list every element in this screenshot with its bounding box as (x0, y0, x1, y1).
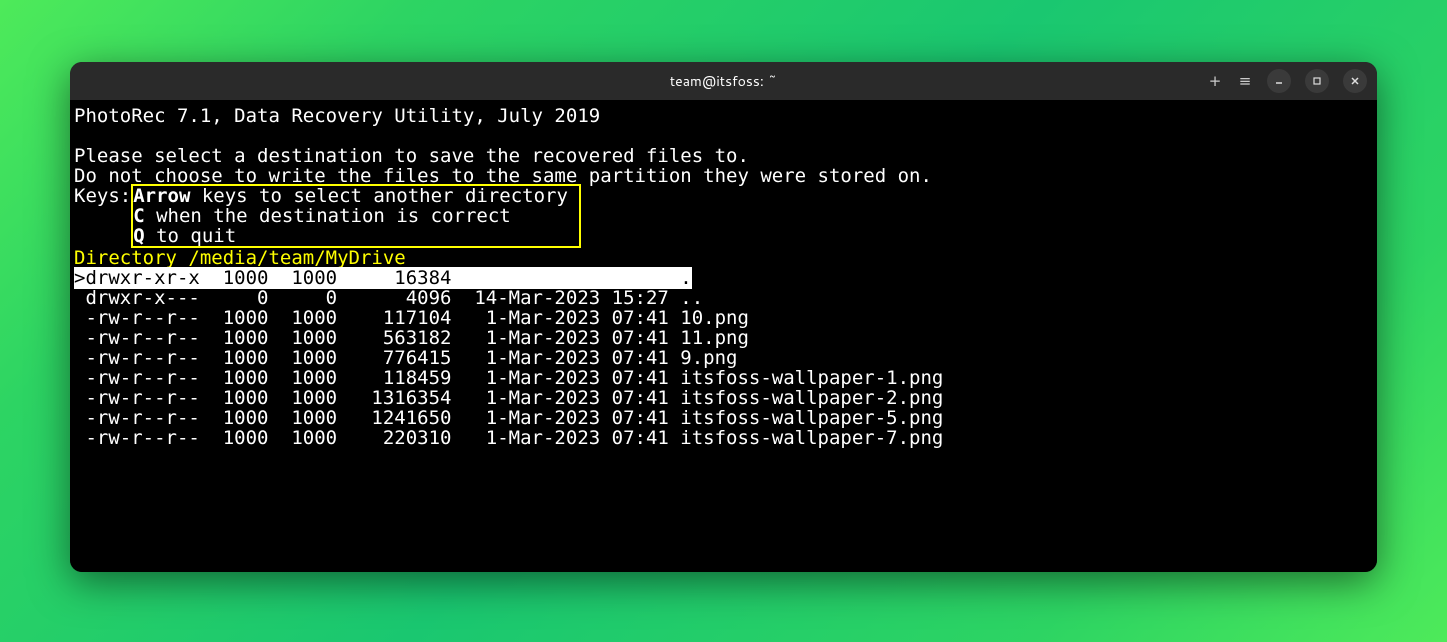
file-list[interactable]: >drwxr-xr-x 1000 1000 16384 . drwxr-x---… (74, 268, 1373, 448)
new-tab-icon[interactable]: + (1207, 72, 1223, 90)
file-row[interactable]: >drwxr-xr-x 1000 1000 16384 . (74, 268, 1373, 288)
file-row[interactable]: -rw-r--r-- 1000 1000 220310 1-Mar-2023 0… (74, 428, 1373, 448)
file-row[interactable]: -rw-r--r-- 1000 1000 117104 1-Mar-2023 0… (74, 308, 1373, 328)
terminal-window: team@itsfoss: ~ + ≡ PhotoRec 7.1, Data R… (70, 62, 1377, 572)
file-row[interactable]: -rw-r--r-- 1000 1000 1316354 1-Mar-2023 … (74, 388, 1373, 408)
file-row[interactable]: -rw-r--r-- 1000 1000 563182 1-Mar-2023 0… (74, 328, 1373, 348)
keys-highlight-box: Arrow keys to select another directory C… (131, 184, 581, 248)
window-title: team@itsfoss: ~ (70, 71, 1377, 91)
titlebar: team@itsfoss: ~ + ≡ (70, 62, 1377, 100)
maximize-button[interactable] (1305, 69, 1329, 93)
file-row[interactable]: -rw-r--r-- 1000 1000 1241650 1-Mar-2023 … (74, 408, 1373, 428)
arrow-desc: keys to select another directory (190, 185, 568, 207)
app-header: PhotoRec 7.1, Data Recovery Utility, Jul… (74, 106, 1373, 126)
minimize-button[interactable] (1267, 69, 1291, 93)
file-row[interactable]: -rw-r--r-- 1000 1000 776415 1-Mar-2023 0… (74, 348, 1373, 368)
file-row[interactable]: drwxr-x--- 0 0 4096 14-Mar-2023 15:27 .. (74, 288, 1373, 308)
prompt-line-1: Please select a destination to save the … (74, 146, 1373, 166)
directory-line: Directory /media/team/MyDrive (74, 248, 1373, 268)
file-row[interactable]: -rw-r--r-- 1000 1000 118459 1-Mar-2023 0… (74, 368, 1373, 388)
arrow-key: Arrow (133, 185, 190, 207)
hamburger-menu-icon[interactable]: ≡ (1237, 72, 1253, 90)
q-key: Q (133, 225, 144, 247)
q-desc: to quit (145, 225, 237, 247)
prompt-line-2: Do not choose to write the files to the … (74, 166, 1373, 186)
c-key: C (133, 205, 144, 227)
close-button[interactable] (1343, 69, 1367, 93)
directory-path: /media/team/MyDrive (188, 247, 405, 269)
c-desc: when the destination is correct (145, 205, 511, 227)
terminal-body[interactable]: PhotoRec 7.1, Data Recovery Utility, Jul… (70, 100, 1377, 572)
keys-label: Keys: (74, 186, 131, 248)
